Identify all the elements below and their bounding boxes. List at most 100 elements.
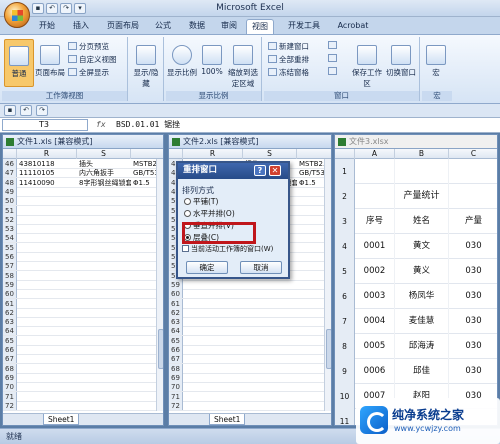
table-row[interactable]: 5 0002 黄义 030 [335, 259, 497, 284]
vertical-scrollbar[interactable] [156, 159, 163, 411]
tab-formulas[interactable]: 公式 [150, 19, 176, 34]
active-workbook-checkbox[interactable]: 当前活动工作簿的窗口(W) [182, 244, 273, 254]
tab-developer[interactable]: 开发工具 [282, 19, 326, 34]
row-number[interactable]: 9 [335, 359, 355, 384]
hide-button[interactable] [328, 54, 339, 63]
zoom-to-selection-button[interactable]: 缩放到选定区域 [226, 39, 260, 89]
row-number[interactable]: 5 [335, 259, 355, 284]
cell-b[interactable]: 杨凤华 [395, 284, 449, 309]
cell-a[interactable]: 0001 [355, 234, 395, 259]
row-number[interactable]: 6 [335, 284, 355, 309]
radio-horizontal[interactable]: 水平并排(O) [184, 208, 235, 219]
radio-tiled[interactable]: 平铺(T) [184, 196, 218, 207]
table-row[interactable]: 1 [335, 159, 497, 184]
page-break-preview-button[interactable]: 分页预览 [68, 41, 109, 52]
cell-b[interactable] [395, 159, 449, 184]
office-button[interactable] [4, 2, 30, 28]
grid[interactable]: 4643810118插头MSTB2.5/4711110105内六角扳手GB/T5… [3, 159, 157, 411]
cell-b[interactable]: 邱海涛 [395, 334, 449, 359]
vertical-scrollbar[interactable] [324, 159, 331, 411]
sheet-tab-sheet1[interactable]: Sheet1 [43, 414, 80, 425]
cell-c[interactable]: 030 [449, 284, 497, 309]
redo-icon[interactable]: ↷ [60, 3, 72, 14]
cell-a[interactable]: 序号 [355, 209, 395, 234]
zoom-100-button[interactable]: 100% [199, 39, 225, 76]
cancel-button[interactable]: 取消 [240, 261, 282, 274]
table-row[interactable]: 72 [169, 400, 325, 411]
help-icon[interactable]: ? [254, 165, 266, 176]
column-header-b[interactable]: B [395, 149, 449, 159]
page-layout-view-button[interactable]: 页面布局 [35, 39, 65, 78]
cell-b[interactable]: 黄义 [395, 259, 449, 284]
freeze-panes-button[interactable]: 冻结窗格 [268, 67, 309, 78]
new-window-button[interactable]: 新建窗口 [268, 41, 309, 52]
row-number[interactable]: 1 [335, 159, 355, 184]
cell-b[interactable]: 麦佳慧 [395, 309, 449, 334]
table-row[interactable]: 72 [3, 400, 157, 411]
table-row[interactable]: 4 0001 黄文 030 [335, 234, 497, 259]
column-header-r[interactable]: R [183, 149, 243, 159]
cell-a[interactable]: 0005 [355, 334, 395, 359]
column-header-s[interactable]: S [77, 149, 131, 159]
undo-small-icon[interactable]: ↶ [20, 105, 32, 116]
window-1-title-bar[interactable]: 文件1.xls [兼容模式] [3, 135, 163, 149]
cell-a[interactable] [355, 159, 395, 184]
cell-a[interactable]: 0004 [355, 309, 395, 334]
save-workspace-button[interactable]: 保存工作区 [352, 39, 382, 89]
row-number[interactable]: 72 [3, 400, 17, 410]
normal-view-button[interactable]: 普通 [4, 39, 34, 87]
tab-page-layout[interactable]: 页面布局 [102, 19, 144, 34]
tab-acrobat[interactable]: Acrobat [332, 19, 374, 34]
cell-b[interactable]: 邱佳 [395, 359, 449, 384]
split-button[interactable] [328, 41, 339, 50]
cell-b[interactable]: 姓名 [395, 209, 449, 234]
macros-button[interactable]: 宏 [422, 39, 450, 78]
scroll-thumb[interactable] [326, 329, 331, 369]
workbook-window-3[interactable]: 文件3.xlsx A B C 1 2 产量统计 3 序号 姓名 产量 4 0001 黄文 030 5 0… [334, 134, 498, 426]
column-header-r[interactable]: R [17, 149, 77, 159]
cell-b[interactable]: 黄文 [395, 234, 449, 259]
table-row[interactable]: 7 0004 麦佳慧 030 [335, 309, 497, 334]
cell-c[interactable] [449, 184, 497, 209]
window-2-title-bar[interactable]: 文件2.xls [兼容模式] [169, 135, 331, 149]
tab-insert[interactable]: 插入 [68, 19, 94, 34]
grid[interactable]: 1 2 产量统计 3 序号 姓名 产量 4 0001 黄文 030 5 0002 黄义 030 6 0003 杨凤… [335, 159, 497, 425]
name-box[interactable]: T3 [2, 119, 88, 131]
cell-a[interactable] [355, 184, 395, 209]
cell-c[interactable]: 030 [449, 259, 497, 284]
cell-c[interactable]: 030 [449, 309, 497, 334]
zoom-button[interactable]: 显示比例 [166, 39, 198, 78]
cell-c[interactable]: 产量 [449, 209, 497, 234]
row-number[interactable]: 3 [335, 209, 355, 234]
arrange-all-button[interactable]: 全部重排 [268, 54, 309, 65]
customize-qat-icon[interactable]: ▾ [74, 3, 86, 14]
table-row[interactable]: 2 产量统计 [335, 184, 497, 209]
row-number[interactable]: 11 [335, 409, 355, 425]
cell-c[interactable] [449, 159, 497, 184]
row-number[interactable]: 2 [335, 184, 355, 209]
cell-c[interactable]: 030 [449, 334, 497, 359]
window-3-title-bar[interactable]: 文件3.xlsx [335, 135, 497, 149]
row-number[interactable]: 72 [169, 400, 183, 410]
switch-windows-button[interactable]: 切换窗口 [384, 39, 418, 78]
table-row[interactable]: 3 序号 姓名 产量 [335, 209, 497, 234]
tab-home[interactable]: 开始 [34, 19, 60, 34]
save-icon[interactable]: ▪ [32, 3, 44, 14]
formula-input[interactable]: fx BSD.01.01 锯挫 [94, 119, 496, 131]
row-number[interactable]: 7 [335, 309, 355, 334]
redo-small-icon[interactable]: ↷ [36, 105, 48, 116]
table-row[interactable]: 8 0005 邱海涛 030 [335, 334, 497, 359]
row-number[interactable]: 8 [335, 334, 355, 359]
scroll-thumb[interactable] [158, 329, 163, 369]
unhide-button[interactable] [328, 67, 339, 76]
tab-view[interactable]: 视图 [246, 19, 274, 34]
cell-a[interactable]: 0006 [355, 359, 395, 384]
cell-c[interactable]: 030 [449, 234, 497, 259]
column-header-a[interactable]: A [355, 149, 395, 159]
cell-a[interactable]: 0003 [355, 284, 395, 309]
table-row[interactable]: 9 0006 邱佳 030 [335, 359, 497, 384]
table-row[interactable]: 6 0003 杨凤华 030 [335, 284, 497, 309]
custom-views-button[interactable]: 自定义视图 [68, 54, 117, 65]
close-icon[interactable]: ✕ [269, 165, 281, 176]
workbook-window-1[interactable]: 文件1.xls [兼容模式] R S 4643810118插头MSTB2.5/4… [2, 134, 164, 426]
